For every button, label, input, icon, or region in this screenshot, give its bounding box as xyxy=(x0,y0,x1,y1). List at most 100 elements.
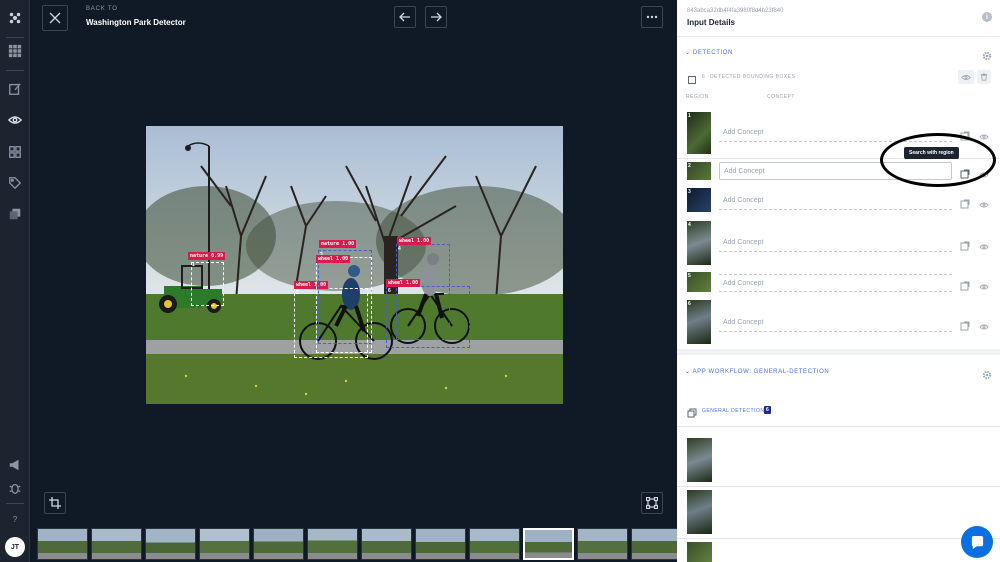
thumbnail[interactable] xyxy=(91,528,142,560)
col-concept: CONCEPT xyxy=(767,94,795,100)
col-region: REGION xyxy=(686,94,709,100)
toggle-visibility-button[interactable] xyxy=(958,70,974,84)
section-separator xyxy=(677,349,1000,355)
thumbnail[interactable] xyxy=(415,528,466,560)
concept-input[interactable]: Add Concept xyxy=(719,314,952,332)
search-region-icon[interactable] xyxy=(960,318,970,331)
thumbnail-selected[interactable] xyxy=(523,528,574,560)
eye-icon[interactable] xyxy=(979,238,989,250)
chevron-down-icon: ⌄ xyxy=(685,50,693,56)
bbox-region-5[interactable] xyxy=(316,257,372,353)
chevron-down-icon: ⌄ xyxy=(685,369,693,375)
thumbnail[interactable] xyxy=(361,528,412,560)
close-button[interactable] xyxy=(42,5,68,31)
eye-icon[interactable] xyxy=(979,128,989,140)
avatar[interactable]: JT xyxy=(5,537,25,557)
bug-icon[interactable] xyxy=(6,479,24,497)
copy-icon xyxy=(687,405,697,418)
concept-input[interactable]: Add Concept xyxy=(719,274,952,292)
delete-button[interactable] xyxy=(977,70,991,84)
chat-support-button[interactable] xyxy=(961,526,993,558)
thumbnail[interactable] xyxy=(577,528,628,560)
bbox-region-6[interactable] xyxy=(386,286,470,348)
region-thumbnail[interactable]: 4 xyxy=(687,221,711,265)
left-sidebar: ? JT xyxy=(0,0,30,562)
general-detection-count-badge: 6 xyxy=(764,406,771,414)
region-thumbnail[interactable]: 3 xyxy=(687,188,711,212)
megaphone-icon[interactable] xyxy=(6,456,24,474)
edit-icon[interactable] xyxy=(6,80,24,98)
region-thumbnail[interactable]: 1 xyxy=(687,112,711,154)
eye-icon xyxy=(961,74,971,80)
sidebar-divider xyxy=(6,70,24,71)
info-icon[interactable]: i xyxy=(982,12,992,22)
general-detection-label: GENERAL DETECTION xyxy=(702,408,765,414)
input-details-panel: 843abca32db4f4fa3980f8d4b23f840 Input De… xyxy=(677,0,1000,562)
dashboard-icon[interactable] xyxy=(6,143,24,161)
bbox-label: DETECTED BOUNDING BOXES xyxy=(710,74,796,80)
region-number: 1 xyxy=(688,113,691,119)
bbox-region-1[interactable] xyxy=(191,262,224,306)
thumbnail-strip xyxy=(37,527,677,562)
divider xyxy=(677,426,1000,427)
workflow-region-thumbnail[interactable] xyxy=(687,490,712,534)
trash-icon xyxy=(980,73,988,81)
bbox-number: 1 xyxy=(192,262,195,268)
thumbnail[interactable] xyxy=(307,528,358,560)
thumbnail[interactable] xyxy=(199,528,250,560)
copy-icon[interactable] xyxy=(6,205,24,223)
main-image[interactable]: nature 0.99 1 wheel 1.00 2 nature 1.00 3… xyxy=(146,126,563,404)
region-thumbnail[interactable]: 2 xyxy=(687,162,711,180)
arrow-right-icon xyxy=(431,12,442,22)
workflow-section-toggle[interactable]: ⌄ APP WORKFLOW: GENERAL-DETECTION xyxy=(685,368,829,375)
workflow-region-thumbnail[interactable] xyxy=(687,542,712,562)
sidebar-divider xyxy=(6,37,24,38)
arrow-left-icon xyxy=(399,12,410,22)
search-region-icon[interactable] xyxy=(960,238,970,251)
sidebar-divider xyxy=(6,503,24,504)
concept-input[interactable]: Add Concept xyxy=(719,234,952,252)
region-number: 2 xyxy=(688,163,691,169)
gear-icon[interactable] xyxy=(982,48,992,61)
thumbnail[interactable] xyxy=(469,528,520,560)
thumbnail[interactable] xyxy=(145,528,196,560)
search-region-icon[interactable] xyxy=(960,196,970,209)
bbox-number: 6 xyxy=(388,288,391,294)
bounding-box-tool-button[interactable] xyxy=(641,492,663,514)
workflow-region-thumbnail[interactable] xyxy=(687,438,712,482)
eye-icon[interactable] xyxy=(979,318,989,330)
region-number: 3 xyxy=(688,189,691,195)
region-thumbnail[interactable]: 6 xyxy=(687,300,711,344)
apps-grid-icon[interactable] xyxy=(6,42,24,60)
thumbnail[interactable] xyxy=(631,528,677,560)
divider xyxy=(677,538,1000,539)
eye-icon[interactable] xyxy=(979,278,989,290)
crop-icon xyxy=(49,497,61,509)
bbox-number: 2 xyxy=(296,290,299,296)
detection-section-toggle[interactable]: ⌄ DETECTION xyxy=(685,49,733,56)
thumbnail[interactable] xyxy=(253,528,304,560)
image-viewer: BACK TO Washington Park Detector nature … xyxy=(30,0,677,562)
divider xyxy=(677,486,1000,487)
eye-icon[interactable] xyxy=(979,196,989,208)
bbox-label: nature 0.99 xyxy=(188,252,226,260)
eye-icon[interactable] xyxy=(6,111,24,129)
previous-button[interactable] xyxy=(394,6,416,28)
more-options-button[interactable] xyxy=(641,6,663,28)
bounding-box-icon xyxy=(646,497,658,509)
tag-icon[interactable] xyxy=(6,174,24,192)
crop-button[interactable] xyxy=(44,492,66,514)
dataset-name-link[interactable]: Washington Park Detector xyxy=(86,18,186,27)
close-icon xyxy=(49,12,61,24)
search-region-icon[interactable] xyxy=(960,278,970,291)
concept-input[interactable]: Add Concept xyxy=(719,192,952,210)
next-button[interactable] xyxy=(425,6,447,28)
back-to-label: BACK TO xyxy=(86,6,118,12)
help-icon[interactable]: ? xyxy=(6,510,24,528)
thumbnail[interactable] xyxy=(37,528,88,560)
region-thumbnail[interactable]: 5 xyxy=(687,272,711,292)
app-logo-icon[interactable] xyxy=(6,9,24,27)
bounding-box-icon xyxy=(687,72,697,84)
region-number: 5 xyxy=(688,273,691,279)
gear-icon[interactable] xyxy=(982,367,992,380)
